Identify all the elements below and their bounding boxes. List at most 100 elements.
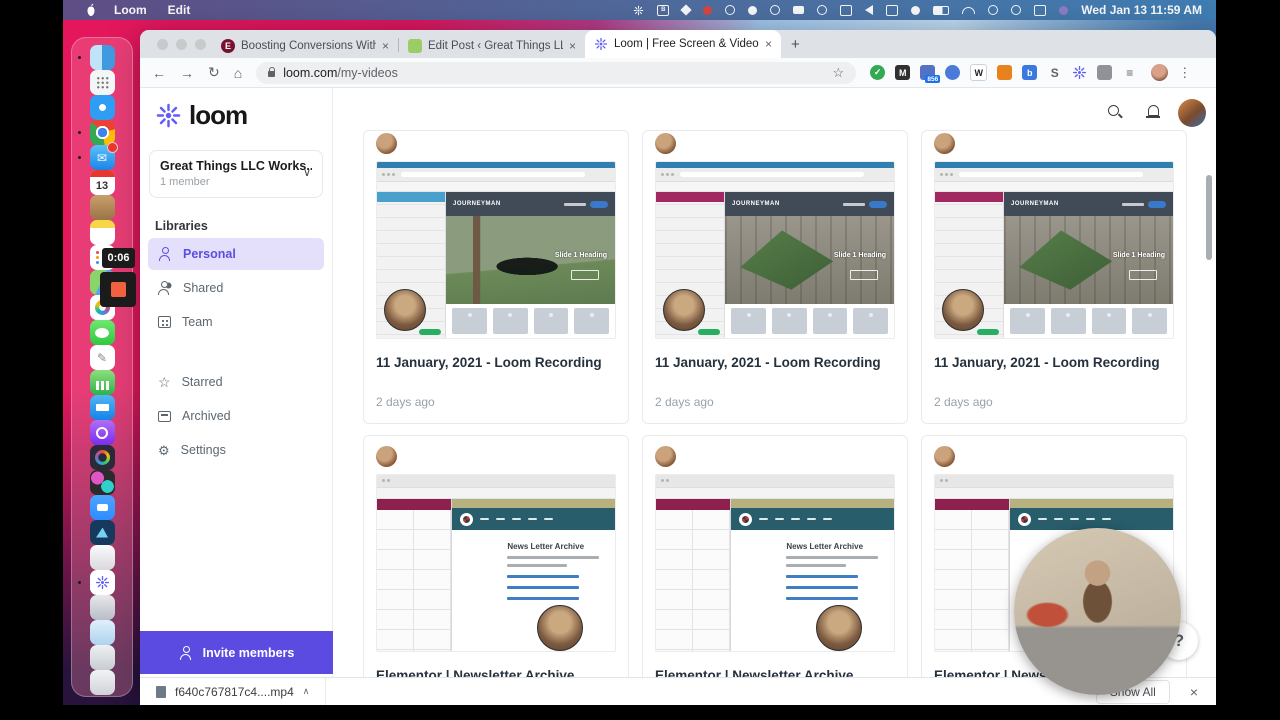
close-tab-icon[interactable]: × (765, 37, 772, 51)
address-bar[interactable]: loom.com/my-videos ☆ (256, 62, 856, 84)
user-avatar[interactable] (1178, 99, 1206, 127)
loom-dock-icon[interactable] (90, 570, 115, 595)
invite-members-button[interactable]: Invite members (140, 631, 333, 674)
tab-edit-post[interactable]: Edit Post ‹ Great Things LLC — × (399, 33, 585, 58)
volume-icon[interactable] (865, 5, 873, 15)
finder-dock-icon[interactable] (90, 45, 115, 70)
companion-app-icon[interactable] (1059, 6, 1068, 15)
keynote-dock-icon[interactable] (90, 395, 115, 420)
video-thumbnail[interactable]: JOURNEYMAN Slide 1 Heading (655, 161, 895, 339)
chrome-menu-icon[interactable]: ⋮ (1178, 65, 1191, 81)
numbers-dock-icon[interactable] (90, 370, 115, 395)
sidebar-item-settings[interactable]: ⚙ Settings (148, 434, 324, 466)
video-title[interactable]: 11 January, 2021 - Loom Recording (655, 355, 895, 370)
reload-icon[interactable]: ↻ (208, 64, 220, 81)
apple-menu-icon[interactable] (85, 3, 97, 17)
calendar-dock-icon[interactable]: 13 (90, 170, 115, 195)
window-controls[interactable] (157, 39, 206, 50)
workspace-selector[interactable]: Great Things LLC Works... 1 member ∨ (149, 150, 323, 198)
stop-recording-button[interactable] (100, 272, 136, 307)
search-icon[interactable] (1108, 105, 1123, 120)
bell-icon[interactable] (1146, 104, 1160, 120)
close-tab-icon[interactable]: × (382, 39, 389, 53)
sidebar-item-archived[interactable]: Archived (148, 400, 324, 432)
battery-app-icon[interactable]: B (657, 5, 669, 16)
new-tab-button[interactable]: + (791, 36, 800, 53)
scrollbar-thumb[interactable] (1206, 175, 1212, 260)
loom-logo[interactable]: loom (155, 100, 247, 131)
video-thumbnail[interactable]: News Letter Archive (655, 474, 895, 652)
wifi-icon[interactable] (962, 7, 975, 14)
minimize-window-button[interactable] (176, 39, 187, 50)
video-card[interactable]: News Letter Archive Elementor | Newslett… (363, 435, 629, 678)
mission-control-icon[interactable] (840, 5, 852, 16)
loom-ext-icon[interactable] (1072, 65, 1087, 80)
sidebar-item-starred[interactable]: ☆ Starred (148, 366, 324, 398)
trash-dock-icon[interactable] (90, 670, 115, 695)
notes-dock-icon[interactable] (90, 220, 115, 245)
podcasts-dock-icon[interactable] (90, 420, 115, 445)
bookmark-star-icon[interactable]: ☆ (833, 65, 845, 81)
close-shelf-icon[interactable]: × (1190, 684, 1198, 700)
time-machine-icon[interactable] (817, 5, 827, 15)
shield-icon[interactable] (725, 5, 735, 15)
keyboard-icon[interactable] (793, 6, 804, 14)
menu-app-name[interactable]: Loom (114, 3, 147, 17)
tab-boosting-conversions[interactable]: E Boosting Conversions With Em × (212, 33, 398, 58)
final-cut-dock-icon[interactable] (90, 470, 115, 495)
documents-dock-icon[interactable] (90, 595, 115, 620)
sidebar-item-personal[interactable]: Personal (148, 238, 324, 270)
dropbox-icon[interactable] (681, 4, 692, 15)
close-tab-icon[interactable]: × (569, 39, 576, 53)
video-card[interactable]: JOURNEYMAN Slide 1 Heading 11 January, 2… (921, 130, 1187, 424)
zoom-dock-icon[interactable] (90, 495, 115, 520)
display-icon[interactable] (886, 5, 898, 16)
video-card[interactable]: JOURNEYMAN Slide 1 Heading 11 January, 2… (363, 130, 629, 424)
battery-icon[interactable] (933, 6, 949, 15)
m-ext-icon[interactable]: M (895, 65, 910, 80)
creative-cloud-dock-icon[interactable] (90, 445, 115, 470)
forward-icon[interactable]: → (180, 65, 194, 81)
padlock-icon[interactable] (268, 71, 275, 77)
notifications-app-icon[interactable] (703, 6, 712, 15)
video-card[interactable]: News Letter Archive Elementor | Newslett… (642, 435, 908, 678)
coupon-b-icon[interactable]: b (1022, 65, 1037, 80)
url-text[interactable]: loom.com/my-videos (283, 66, 398, 80)
webcam-overlay[interactable] (1014, 528, 1181, 695)
messages-dock-icon[interactable] (90, 320, 115, 345)
zoom-window-button[interactable] (195, 39, 206, 50)
video-thumbnail[interactable]: News Letter Archive (376, 474, 616, 652)
downloads-dock-icon[interactable] (90, 645, 115, 670)
menu-clock[interactable]: Wed Jan 13 11:59 AM (1081, 3, 1202, 17)
tab-loom-active[interactable]: Loom | Free Screen & Video Re × (585, 30, 781, 58)
do-not-disturb-moon-icon[interactable] (748, 6, 757, 15)
app-settings-icon[interactable] (633, 5, 644, 16)
reading-list-icon[interactable]: ≡ (1122, 65, 1137, 80)
control-center-icon[interactable] (1034, 5, 1046, 16)
counter-ext-icon[interactable]: 856 (920, 65, 935, 80)
close-window-button[interactable] (157, 39, 168, 50)
metamask-fox-icon[interactable] (997, 65, 1012, 80)
video-thumbnail[interactable]: JOURNEYMAN Slide 1 Heading (934, 161, 1174, 339)
video-title[interactable]: 11 January, 2021 - Loom Recording (376, 355, 616, 370)
home-icon[interactable]: ⌂ (234, 65, 242, 81)
adblock-check-icon[interactable]: ✓ (870, 65, 885, 80)
system-utility-dock-icon[interactable] (90, 545, 115, 570)
textedit-dock-icon[interactable]: ✎ (90, 345, 115, 370)
contacts-dock-icon[interactable] (90, 195, 115, 220)
sidebar-item-team[interactable]: Team (148, 306, 324, 338)
affinity-dock-icon[interactable] (90, 520, 115, 545)
chevron-up-icon[interactable]: ∧ (303, 686, 310, 697)
s-ext-icon[interactable]: S (1047, 65, 1062, 80)
safari-dock-icon[interactable] (90, 95, 115, 120)
presenter-ext-icon[interactable] (945, 65, 960, 80)
extensions-puzzle-icon[interactable] (1097, 65, 1112, 80)
fast-user-switching-icon[interactable] (988, 5, 998, 15)
bluetooth-icon[interactable] (911, 6, 920, 15)
download-item[interactable]: f640c767817c4....mp4 ∧ (140, 678, 326, 705)
mail-dock-icon[interactable]: ✉ (90, 145, 115, 170)
video-thumbnail[interactable]: JOURNEYMAN Slide 1 Heading (376, 161, 616, 339)
wikipedia-w-icon[interactable]: W (970, 64, 987, 81)
play-icon[interactable] (770, 5, 780, 15)
menu-item-edit[interactable]: Edit (168, 3, 191, 17)
